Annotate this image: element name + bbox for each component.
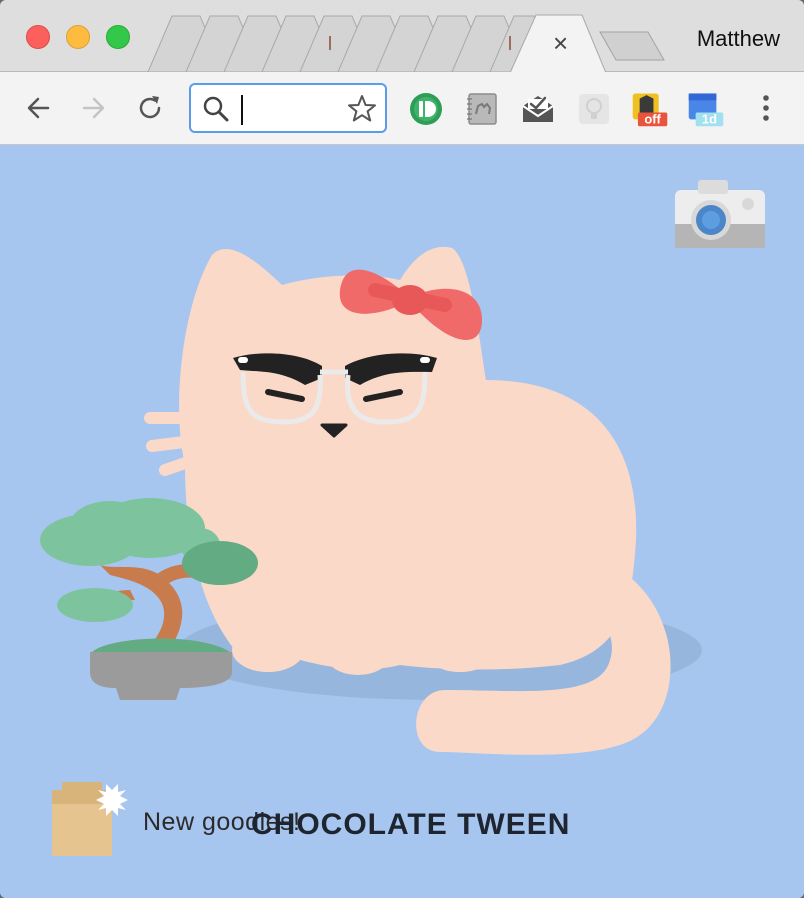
reload-button[interactable]: [128, 86, 172, 130]
page-content: [0, 146, 804, 898]
more-vert-icon: [763, 95, 769, 121]
browser-window: × Matthew off 1d New goodies! CHOCOLATE …: [0, 0, 804, 898]
text-caret: [241, 95, 243, 125]
profile-name[interactable]: Matthew: [697, 26, 780, 52]
back-arrow-icon: [27, 97, 50, 119]
tab-strip: [147, 14, 665, 72]
back-button[interactable]: [16, 86, 60, 130]
extension-badge: 1d: [702, 112, 717, 127]
pushbullet-icon[interactable]: [407, 90, 445, 128]
chrome-menu-button[interactable]: [744, 86, 788, 130]
cat-name-title: CHOCOLATE TWEEN: [251, 808, 571, 841]
title-bar: × Matthew: [0, 0, 804, 72]
browser-toolbar: off 1d: [0, 72, 804, 145]
notebook-camel-icon[interactable]: [463, 90, 501, 128]
reload-icon: [139, 96, 161, 119]
active-tab-close-icon[interactable]: ×: [553, 28, 568, 58]
bookmark-star-icon[interactable]: [347, 94, 377, 124]
search-icon: [203, 96, 229, 122]
omnibox[interactable]: [189, 83, 387, 133]
shopping-tag-icon[interactable]: off: [631, 90, 669, 128]
forward-button[interactable]: [72, 86, 116, 130]
shopping-bag-icon[interactable]: [50, 774, 130, 858]
forward-arrow-icon: [82, 97, 105, 119]
extension-badge: off: [644, 112, 661, 127]
camera-icon[interactable]: [674, 178, 766, 252]
lightbulb-icon[interactable]: [575, 90, 613, 128]
mail-check-icon[interactable]: [519, 90, 557, 128]
calendar-icon[interactable]: 1d: [687, 90, 725, 128]
omnibox-input[interactable]: [235, 95, 335, 123]
new-tab-button[interactable]: [599, 31, 665, 61]
